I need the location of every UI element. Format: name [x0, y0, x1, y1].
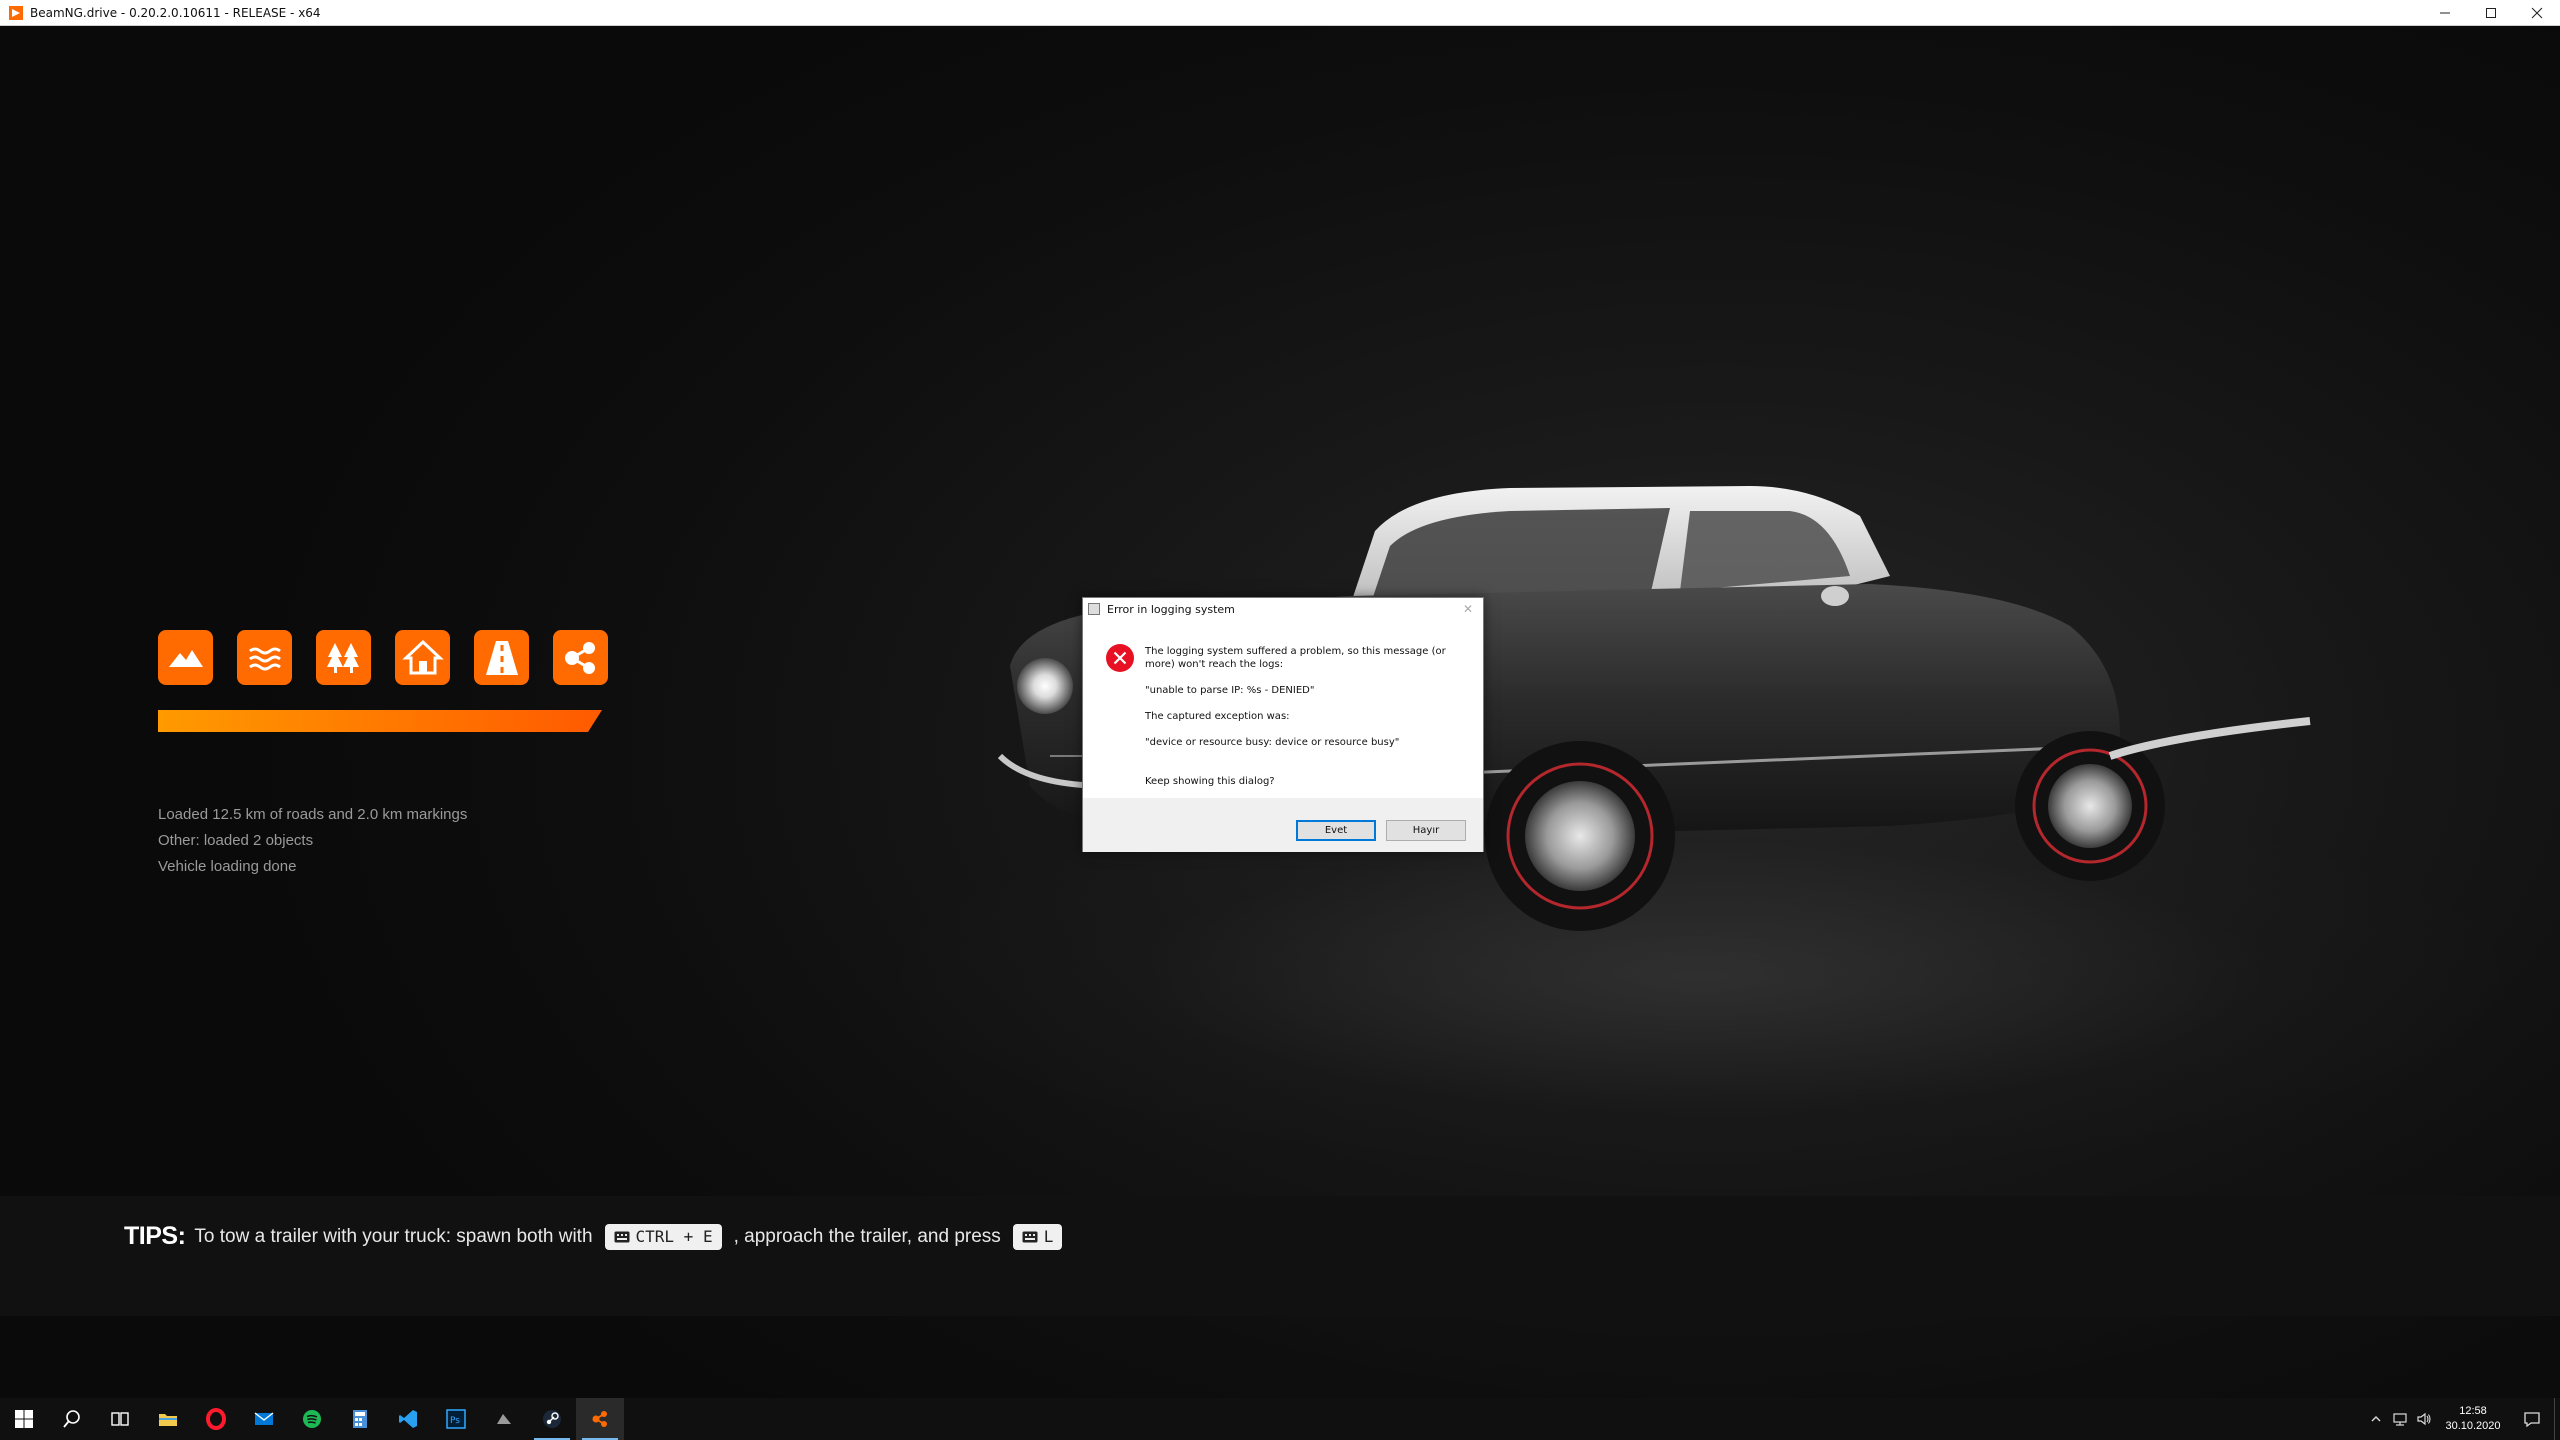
taskbar-calculator[interactable] [336, 1398, 384, 1440]
level-icon-tile [158, 630, 213, 685]
share-nodes-icon [564, 641, 595, 674]
level-icon-tile [237, 630, 292, 685]
log-line: Loaded 12.5 km of roads and 2.0 km marki… [158, 806, 468, 823]
beamng-icon [592, 1411, 607, 1427]
dialog-footer: Evet Hayır [1083, 798, 1483, 852]
trees-icon [326, 642, 359, 673]
level-icon-tile [395, 630, 450, 685]
task-view-button[interactable] [96, 1398, 144, 1440]
chevron-up-icon [2371, 1416, 2381, 1422]
taskbar-opera[interactable] [192, 1398, 240, 1440]
level-icon-tile [553, 630, 608, 685]
water-icon [248, 647, 281, 670]
message-line: "device or resource busy: device or reso… [1145, 737, 1400, 748]
taskbar-beamng[interactable] [576, 1398, 624, 1440]
level-feature-icons [158, 630, 608, 685]
taskbar-photoshop[interactable]: Ps [432, 1398, 480, 1440]
svg-text:Ps: Ps [450, 1416, 460, 1426]
taskbar-steam[interactable] [528, 1398, 576, 1440]
level-icon-tile [474, 630, 529, 685]
mail-icon [254, 1412, 274, 1425]
house-icon [401, 639, 444, 674]
keybinding-text: L [1043, 1227, 1054, 1246]
tips-row: TIPS: To tow a trailer with your truck: … [124, 1222, 1074, 1251]
minimize-button[interactable] [2422, 0, 2468, 26]
keybinding-text: CTRL + E [635, 1227, 713, 1246]
window-title: BeamNG.drive - 0.20.2.0.10611 - RELEASE … [30, 5, 321, 20]
maximize-button[interactable] [2468, 0, 2514, 26]
file-explorer-icon [159, 1414, 177, 1426]
log-line: Vehicle loading done [158, 858, 297, 875]
dialog-body: The logging system suffered a problem, s… [1083, 620, 1483, 798]
windows-taskbar: Ps 12:58 30.10.2020 [0, 1398, 2560, 1440]
system-tray: 12:58 30.10.2020 [2364, 1398, 2560, 1440]
tray-network[interactable] [2388, 1398, 2412, 1440]
tips-text: To tow a trailer with your truck: spawn … [194, 1225, 593, 1247]
message-line: "unable to parse IP: %s - DENIED" [1145, 685, 1315, 696]
close-button[interactable] [2514, 0, 2560, 26]
message-question: Keep showing this dialog? [1145, 776, 1275, 787]
taskbar-app[interactable] [480, 1398, 528, 1440]
no-button[interactable]: Hayır [1386, 820, 1466, 841]
beamng-app-icon [9, 5, 23, 20]
network-icon [2393, 1413, 2407, 1426]
dialog-close-button[interactable]: ✕ [1453, 602, 1483, 616]
dialog-titlebar[interactable]: Error in logging system ✕ [1083, 598, 1483, 620]
log-line: Other: loaded 2 objects [158, 832, 314, 849]
clock-date: 30.10.2020 [2445, 1420, 2501, 1432]
photoshop-icon: Ps [446, 1409, 466, 1429]
road-icon [485, 640, 518, 675]
loading-log: Loaded 12.5 km of roads and 2.0 km marki… [158, 802, 467, 880]
dialog-app-icon [1088, 603, 1100, 615]
taskbar-file-explorer[interactable] [144, 1398, 192, 1440]
dialog-title: Error in logging system [1107, 602, 1235, 616]
yes-button[interactable]: Evet [1296, 820, 1376, 841]
start-button[interactable] [0, 1398, 48, 1440]
error-dialog[interactable]: Error in logging system ✕ The logging sy… [1082, 597, 1484, 852]
spotify-icon [303, 1410, 321, 1428]
tips-bar [0, 1196, 2560, 1316]
steam-icon [543, 1410, 561, 1428]
loading-progress-bar [158, 710, 602, 732]
taskbar-vscode[interactable] [384, 1398, 432, 1440]
maximize-icon [2486, 7, 2496, 18]
keybinding-l: L [1012, 1223, 1063, 1250]
calculator-icon [353, 1410, 367, 1428]
speaker-icon [2417, 1412, 2431, 1426]
tray-volume[interactable] [2412, 1398, 2436, 1440]
start-icon [15, 1410, 33, 1428]
taskbar-clock[interactable]: 12:58 30.10.2020 [2436, 1404, 2510, 1434]
show-desktop-button[interactable] [2554, 1398, 2560, 1440]
action-center-button[interactable] [2510, 1398, 2554, 1440]
clock-time: 12:58 [2459, 1405, 2487, 1417]
task-view-icon [111, 1412, 129, 1426]
tips-text: , approach the trailer, and press [733, 1225, 1001, 1247]
taskbar-spotify[interactable] [288, 1398, 336, 1440]
keyboard-icon [614, 1231, 630, 1242]
level-icon-tile [316, 630, 371, 685]
keybinding-ctrl-e: CTRL + E [604, 1223, 722, 1250]
minimize-icon [2440, 12, 2450, 13]
search-button[interactable] [48, 1398, 96, 1440]
dialog-message: The logging system suffered a problem, s… [1145, 645, 1471, 801]
app-icon [497, 1414, 511, 1424]
message-line: The logging system suffered a problem, s… [1145, 646, 1446, 670]
opera-icon [206, 1408, 226, 1430]
error-icon [1106, 644, 1134, 672]
tray-overflow-button[interactable] [2364, 1398, 2388, 1440]
tips-label: TIPS: [124, 1222, 186, 1250]
window-titlebar[interactable]: BeamNG.drive - 0.20.2.0.10611 - RELEASE … [0, 0, 2560, 26]
message-line: The captured exception was: [1145, 711, 1290, 722]
search-icon [63, 1410, 80, 1428]
mountain-icon [168, 649, 203, 667]
notification-icon [2524, 1412, 2540, 1428]
keyboard-icon [1022, 1231, 1038, 1242]
close-icon [2531, 7, 2543, 18]
vscode-icon [399, 1410, 417, 1428]
taskbar-mail[interactable] [240, 1398, 288, 1440]
